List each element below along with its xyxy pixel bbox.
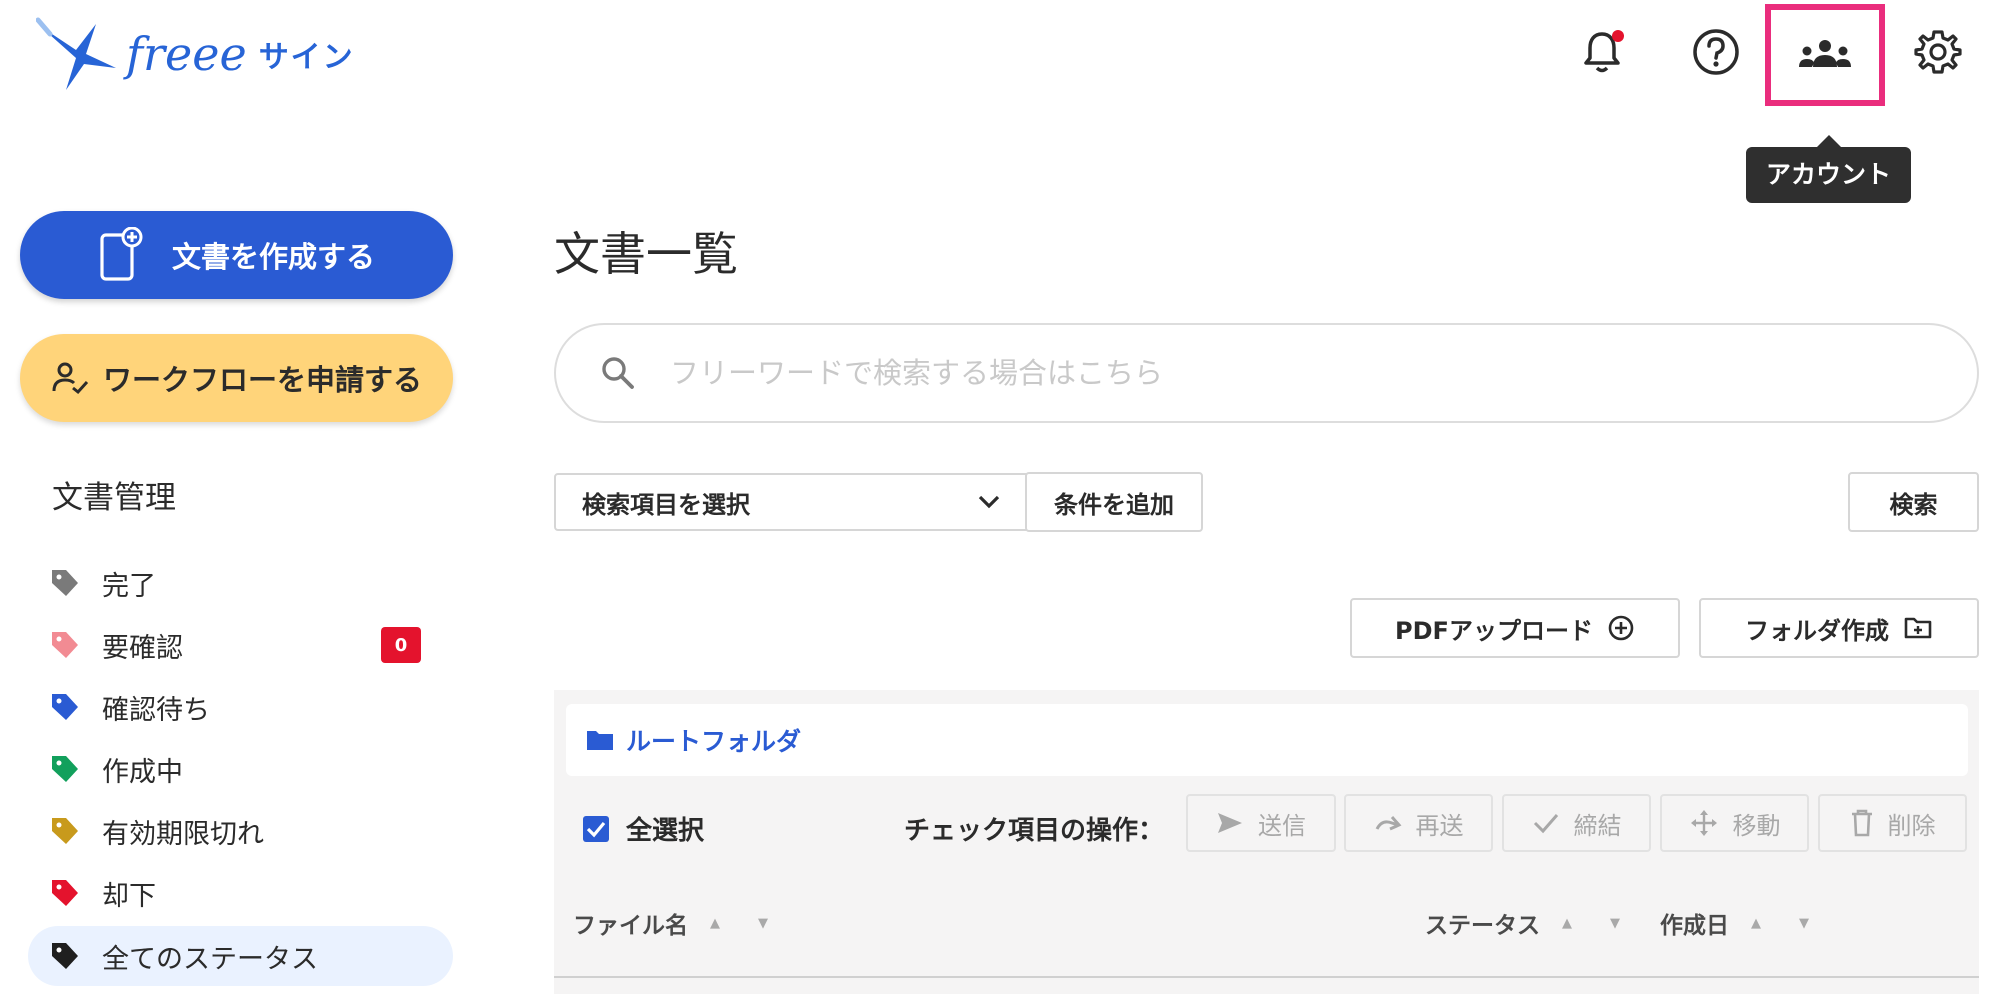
brand-logo[interactable]: freee サイン bbox=[36, 14, 355, 94]
account-group-icon bbox=[1799, 40, 1851, 67]
count-badge: 0 bbox=[381, 627, 421, 663]
status-awaiting-confirmation[interactable]: 確認待ち bbox=[28, 677, 453, 737]
create-document-label: 文書を作成する bbox=[171, 240, 375, 274]
new-document-icon bbox=[100, 227, 143, 281]
send-button[interactable]: 送信 bbox=[1186, 794, 1336, 852]
status-label: 要確認 bbox=[102, 632, 183, 664]
sort-desc-icon[interactable]: ▼ bbox=[1610, 916, 1620, 931]
column-file-name-label: ファイル名 bbox=[573, 913, 688, 939]
settings-button[interactable] bbox=[1908, 22, 1968, 82]
status-label: 完了 bbox=[102, 570, 156, 602]
bird-logo-icon bbox=[36, 17, 116, 90]
status-label: 有効期限切れ bbox=[102, 818, 264, 850]
column-status-label: ステータス bbox=[1425, 913, 1540, 939]
status-label: 却下 bbox=[102, 880, 156, 912]
account-tooltip: アカウント bbox=[1746, 135, 1912, 203]
status-label: 確認待ち bbox=[102, 694, 210, 726]
sort-controls[interactable]: ▲ ▼ bbox=[1562, 916, 1620, 931]
brand-name: freee bbox=[126, 27, 247, 81]
user-check-icon bbox=[52, 362, 89, 395]
send-icon bbox=[1218, 813, 1242, 833]
search-icon bbox=[602, 357, 634, 389]
move-arrows-icon bbox=[1690, 810, 1717, 836]
column-created-date[interactable]: 作成日 ▲ ▼ bbox=[1660, 906, 1809, 940]
search-box[interactable] bbox=[554, 323, 1979, 423]
chevron-down-icon bbox=[978, 495, 1000, 509]
status-label: 作成中 bbox=[102, 756, 183, 788]
status-label: 全てのステータス bbox=[102, 943, 318, 975]
tag-icon bbox=[52, 570, 78, 596]
sort-asc-icon[interactable]: ▲ bbox=[710, 916, 720, 931]
bulk-actions-label: チェック項目の操作： bbox=[904, 816, 1165, 846]
column-created-date-label: 作成日 bbox=[1660, 913, 1729, 939]
create-document-button[interactable]: 文書を作成する bbox=[20, 211, 453, 299]
redo-icon bbox=[1375, 816, 1401, 831]
help-icon bbox=[1693, 29, 1739, 75]
tag-icon bbox=[52, 943, 78, 969]
create-folder-button[interactable]: フォルダ作成 bbox=[1699, 598, 1979, 658]
tag-icon bbox=[52, 818, 78, 844]
notification-button[interactable] bbox=[1572, 22, 1632, 82]
tag-icon bbox=[52, 694, 78, 720]
tag-icon bbox=[52, 880, 78, 906]
request-workflow-button[interactable]: ワークフローを申請する bbox=[20, 334, 453, 422]
status-rejected[interactable]: 却下 bbox=[28, 863, 453, 923]
search-field-select[interactable]: 検索項目を選択 bbox=[554, 473, 1028, 531]
delete-label: 削除 bbox=[1887, 811, 1936, 840]
move-label: 移動 bbox=[1732, 811, 1781, 840]
request-workflow-label: ワークフローを申請する bbox=[102, 363, 422, 397]
send-label: 送信 bbox=[1258, 811, 1306, 840]
sort-desc-icon[interactable]: ▼ bbox=[1799, 916, 1809, 931]
tag-icon bbox=[52, 756, 78, 782]
resend-button[interactable]: 再送 bbox=[1344, 794, 1493, 852]
status-expired[interactable]: 有効期限切れ bbox=[28, 801, 453, 861]
notification-dot bbox=[1612, 30, 1624, 42]
page-title: 文書一覧 bbox=[554, 227, 738, 281]
folder-plus-icon bbox=[1904, 617, 1932, 639]
pdf-upload-label: PDFアップロード bbox=[1395, 616, 1593, 645]
search-input[interactable] bbox=[668, 355, 1872, 391]
document-management-heading: 文書管理 bbox=[52, 480, 176, 516]
select-all-label: 全選択 bbox=[626, 816, 705, 846]
sort-controls[interactable]: ▲ ▼ bbox=[710, 916, 768, 931]
breadcrumb[interactable]: ルートフォルダ bbox=[566, 704, 1968, 776]
status-all[interactable]: 全てのステータス bbox=[28, 926, 453, 986]
plus-circle-icon bbox=[1608, 615, 1634, 641]
search-field-value: 検索項目を選択 bbox=[582, 490, 750, 519]
sort-asc-icon[interactable]: ▲ bbox=[1751, 916, 1761, 931]
breadcrumb-root[interactable]: ルートフォルダ bbox=[626, 722, 801, 758]
status-in-progress[interactable]: 作成中 bbox=[28, 739, 453, 799]
account-button[interactable] bbox=[1765, 4, 1885, 106]
check-icon bbox=[1533, 814, 1558, 834]
status-needs-review[interactable]: 要確認 0 bbox=[28, 615, 453, 675]
resend-label: 再送 bbox=[1415, 811, 1464, 840]
search-button[interactable]: 検索 bbox=[1848, 472, 1979, 532]
sort-controls[interactable]: ▲ ▼ bbox=[1751, 916, 1809, 931]
sort-desc-icon[interactable]: ▼ bbox=[758, 916, 768, 931]
help-button[interactable] bbox=[1686, 22, 1746, 82]
table-header-divider bbox=[554, 976, 1979, 978]
folder-icon bbox=[587, 731, 613, 750]
product-name: サイン bbox=[258, 40, 355, 75]
column-file-name[interactable]: ファイル名 ▲ ▼ bbox=[573, 906, 768, 940]
delete-button[interactable]: 削除 bbox=[1818, 794, 1967, 852]
tag-icon bbox=[52, 632, 78, 658]
gear-icon bbox=[1914, 30, 1962, 74]
status-completed[interactable]: 完了 bbox=[28, 553, 453, 613]
select-all-checkbox[interactable]: 全選択 bbox=[582, 810, 704, 847]
add-condition-button[interactable]: 条件を追加 bbox=[1025, 472, 1203, 532]
create-folder-label: フォルダ作成 bbox=[1745, 616, 1889, 645]
conclude-button[interactable]: 締結 bbox=[1502, 794, 1651, 852]
column-status[interactable]: ステータス ▲ ▼ bbox=[1425, 906, 1620, 940]
sort-asc-icon[interactable]: ▲ bbox=[1562, 916, 1572, 931]
checkbox-checked-icon bbox=[583, 815, 609, 842]
conclude-label: 締結 bbox=[1573, 811, 1622, 840]
pdf-upload-button[interactable]: PDFアップロード bbox=[1350, 598, 1680, 658]
move-button[interactable]: 移動 bbox=[1660, 794, 1809, 852]
trash-icon bbox=[1851, 809, 1872, 837]
